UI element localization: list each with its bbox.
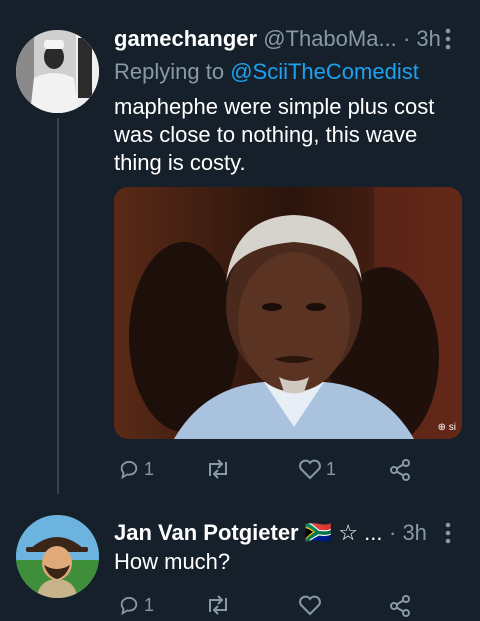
reply-button[interactable]: 1 <box>118 458 154 480</box>
timestamp[interactable]: · 3h <box>389 520 427 546</box>
tweet-text: maphephe were simple plus cost was close… <box>114 93 464 177</box>
timestamp[interactable]: · 3h <box>403 26 441 51</box>
reply-count: 1 <box>144 458 155 479</box>
replying-to: Replying to @SciiTheComedist <box>114 59 419 85</box>
replying-label: Replying to <box>114 59 225 84</box>
like-button[interactable] <box>298 594 326 616</box>
reply-icon <box>120 596 138 616</box>
share-icon <box>390 459 410 481</box>
portrait-photo <box>114 187 462 439</box>
replying-handle-link[interactable]: @SciiTheComedist <box>230 59 419 84</box>
reply-icon <box>120 460 138 480</box>
more-vertical-icon[interactable] <box>441 27 455 55</box>
tweet-text-line: thing is costy. <box>114 150 246 175</box>
tweet-header: Jan Van Potgieter 🇿🇦 ☆ ... <box>114 520 382 546</box>
more-vertical-icon[interactable] <box>441 521 455 549</box>
thread-connector-line <box>57 118 59 494</box>
retweet-icon <box>209 595 227 615</box>
user-handle[interactable]: @ThaboMa... <box>263 26 397 51</box>
avatar[interactable] <box>16 515 99 598</box>
name-suffix: 🇿🇦 ☆ ... <box>304 520 383 545</box>
like-count: 1 <box>326 458 337 479</box>
retweet-button[interactable] <box>205 594 235 616</box>
like-button[interactable]: 1 <box>298 458 336 480</box>
retweet-button[interactable] <box>205 458 235 480</box>
heart-icon <box>299 459 321 480</box>
tweet-text-line: maphephe were simple plus cost <box>114 94 435 119</box>
reply-button[interactable]: 1 <box>118 594 154 616</box>
media-watermark: ⊕ si <box>437 422 456 433</box>
avatar[interactable] <box>16 30 99 113</box>
tweet-text-line: was close to nothing, this wave <box>114 122 418 147</box>
share-button[interactable] <box>388 594 412 618</box>
share-icon <box>390 595 410 617</box>
heart-icon <box>299 595 321 616</box>
display-name[interactable]: Jan Van Potgieter <box>114 520 299 545</box>
tweet-text: How much? <box>114 549 231 574</box>
avatar-image <box>16 30 99 113</box>
avatar-image <box>16 515 99 598</box>
share-button[interactable] <box>388 458 412 482</box>
tweet-media-image[interactable]: ⊕ si <box>114 187 462 439</box>
reply-count: 1 <box>144 594 155 615</box>
display-name[interactable]: gamechanger <box>114 26 257 51</box>
tweet-header: gamechanger @ThaboMa... · 3h <box>114 26 441 52</box>
retweet-icon <box>209 459 227 479</box>
